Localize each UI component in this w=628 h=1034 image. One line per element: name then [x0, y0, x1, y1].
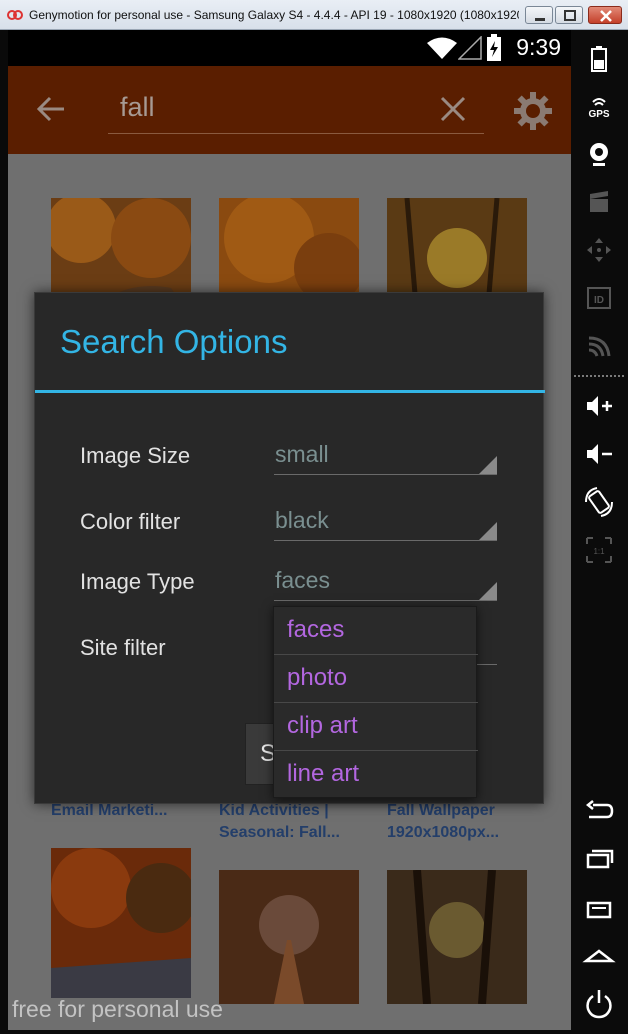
recent-apps-icon[interactable]: [581, 841, 617, 877]
site-filter-label: Site filter: [80, 635, 166, 660]
dropdown-option-clip-art[interactable]: clip art: [274, 703, 478, 751]
cell-signal-icon: [458, 36, 482, 60]
dropdown-option-photo[interactable]: photo: [274, 655, 478, 703]
dialog-title: Search Options: [60, 323, 288, 360]
home-icon[interactable]: [581, 937, 617, 973]
menu-icon[interactable]: [581, 889, 617, 925]
image-type-spinner[interactable]: faces: [274, 561, 497, 601]
close-icon: [600, 10, 612, 22]
clear-search-icon[interactable]: [440, 96, 466, 122]
svg-text:ID: ID: [594, 295, 604, 306]
image-size-spinner[interactable]: small: [274, 435, 497, 475]
image-size-label: Image Size: [80, 443, 191, 468]
result-image[interactable]: [51, 848, 191, 998]
gear-icon[interactable]: [513, 91, 553, 131]
maximize-icon: [564, 10, 576, 21]
toolbar-divider: [574, 375, 624, 377]
search-query: fall: [120, 92, 155, 122]
wifi-icon: [427, 37, 457, 59]
back-arrow-icon[interactable]: [36, 94, 66, 124]
emulator-window: Genymotion for personal use - Samsung Ga…: [0, 0, 628, 1034]
volume-down-icon[interactable]: [581, 436, 617, 472]
color-filter-spinner[interactable]: black: [274, 501, 497, 541]
result-image[interactable]: [219, 870, 359, 1004]
cast-icon[interactable]: [581, 328, 617, 364]
image-type-dropdown: faces photo clip art line art: [273, 606, 478, 799]
video-icon[interactable]: [581, 184, 617, 220]
caption-line: 1920x1080px...: [387, 824, 500, 841]
window-title: Genymotion for personal use - Samsung Ga…: [29, 8, 519, 22]
close-window-button[interactable]: [588, 6, 622, 24]
dropdown-arrow-icon: [479, 456, 497, 474]
option-label: clip art: [287, 712, 358, 739]
option-label: faces: [287, 616, 345, 643]
search-input[interactable]: fall: [108, 88, 484, 134]
minimize-icon: [535, 18, 545, 21]
power-icon[interactable]: [581, 985, 617, 1021]
result-caption[interactable]: Kid Activities | Seasonal: Fall...: [219, 800, 369, 844]
spinner-value: small: [275, 441, 329, 467]
image-type-label: Image Type: [80, 569, 195, 594]
result-image[interactable]: [387, 870, 527, 1004]
title-bar: Genymotion for personal use - Samsung Ga…: [0, 0, 628, 30]
dialog-divider: [35, 390, 545, 393]
clock: 9:39: [516, 34, 561, 60]
dropdown-arrow-icon: [479, 582, 497, 600]
caption-line: Seasonal: Fall...: [219, 824, 340, 841]
dropdown-option-line-art[interactable]: line art: [274, 751, 478, 799]
genymotion-logo-icon: [7, 10, 23, 20]
device-screen: 9:39 fall Email Marketi... Kid Activitie…: [8, 30, 571, 1030]
id-icon[interactable]: ID: [581, 280, 617, 316]
minimize-button[interactable]: [525, 6, 553, 24]
maximize-button[interactable]: [555, 6, 583, 24]
option-label: photo: [287, 664, 348, 691]
color-filter-label: Color filter: [80, 509, 181, 534]
dropdown-option-faces[interactable]: faces: [274, 607, 478, 655]
status-bar: 9:39: [8, 30, 571, 66]
battery-charging-icon: [487, 34, 501, 61]
volume-up-icon[interactable]: [581, 388, 617, 424]
svg-text:GPS: GPS: [588, 109, 609, 120]
spinner-value: black: [275, 507, 329, 533]
watermark: free for personal use: [12, 996, 223, 1022]
camera-icon[interactable]: [581, 136, 617, 172]
rotate-icon[interactable]: [581, 484, 617, 520]
action-bar: fall: [8, 66, 571, 154]
emulator-toolbar: GPS ID 1:1: [571, 30, 628, 1034]
back-icon[interactable]: [581, 793, 617, 829]
option-label: line art: [287, 760, 360, 787]
svg-text:1:1: 1:1: [593, 547, 605, 556]
battery-icon[interactable]: [581, 40, 617, 76]
dpad-icon[interactable]: [581, 232, 617, 268]
gps-icon[interactable]: GPS: [581, 88, 617, 124]
spinner-value: faces: [275, 567, 330, 593]
result-caption[interactable]: Fall Wallpaper 1920x1080px...: [387, 800, 537, 844]
scale-icon[interactable]: 1:1: [581, 532, 617, 568]
dropdown-arrow-icon: [479, 522, 497, 540]
